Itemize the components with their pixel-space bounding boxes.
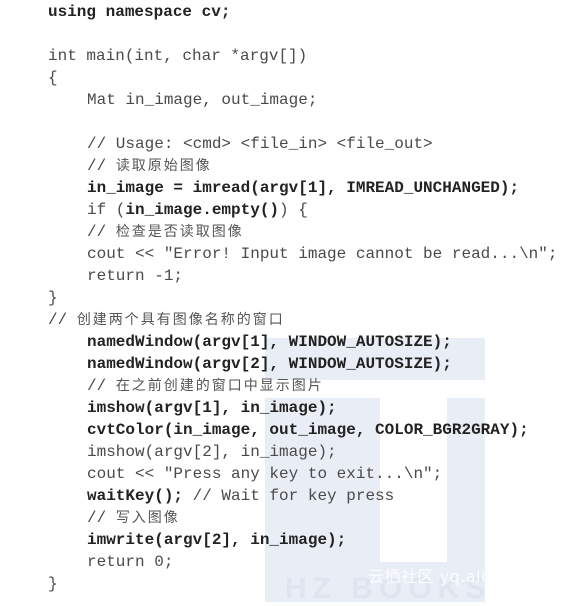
code-line: if (in_image.empty()) { [0, 199, 565, 221]
code-token: waitKey(); [87, 487, 184, 505]
code-token: namedWindow(argv[2], WINDOW_AUTOSIZE); [87, 355, 452, 373]
code-listing: using namespace cv; int main(int, char *a… [0, 1, 565, 595]
code-line: imshow(argv[1], in_image); [0, 397, 565, 419]
code-line: int main(int, char *argv[]) [0, 45, 565, 67]
code-line: cvtColor(in_image, out_image, COLOR_BGR2… [0, 419, 565, 441]
code-token: Mat in_image, out_image; [87, 91, 318, 109]
code-token: // [87, 509, 116, 527]
code-line: // 检查是否读取图像 [0, 221, 565, 243]
code-line: waitKey(); // Wait for key press [0, 485, 565, 507]
code-line: // 在之前创建的窗口中显示图片 [0, 375, 565, 397]
code-line: Mat in_image, out_image; [0, 89, 565, 111]
code-token: if ( [87, 201, 126, 219]
site-watermark: 云栖社区 yq.aliyun.com [368, 567, 559, 586]
code-line: // 读取原始图像 [0, 155, 565, 177]
code-token: in_image = imread(argv[1], IMREAD_UNCHAN… [87, 179, 520, 197]
code-comment-chinese: 检查是否读取图像 [115, 224, 244, 240]
code-line: using namespace cv; [0, 1, 565, 23]
code-line: in_image = imread(argv[1], IMREAD_UNCHAN… [0, 177, 565, 199]
code-line: cout << "Error! Input image cannot be re… [0, 243, 565, 265]
code-line: namedWindow(argv[2], WINDOW_AUTOSIZE); [0, 353, 565, 375]
code-token: imshow(argv[1], in_image); [87, 399, 337, 417]
code-token: // [87, 377, 116, 395]
code-token: imwrite(argv[2], in_image); [87, 531, 347, 549]
code-token: cout << "Press any key to exit...\n"; [87, 465, 443, 483]
code-line: // 创建两个具有图像名称的窗口 [0, 309, 565, 331]
code-token: return 0; [87, 553, 174, 571]
code-token: using namespace cv; [48, 3, 231, 21]
code-token: int main(int, char *argv[]) [48, 47, 308, 65]
code-token: // Usage: <cmd> <file_in> <file_out> [87, 135, 433, 153]
code-token: // [87, 223, 116, 241]
code-line: imshow(argv[2], in_image); [0, 441, 565, 463]
code-line: namedWindow(argv[1], WINDOW_AUTOSIZE); [0, 331, 565, 353]
code-line: { [0, 67, 565, 89]
code-token: } [48, 575, 58, 593]
code-comment-chinese: 在之前创建的窗口中显示图片 [115, 378, 324, 394]
code-token: ) { [279, 201, 308, 219]
code-line: // 写入图像 [0, 507, 565, 529]
code-token: return -1; [87, 267, 184, 285]
code-line: imwrite(argv[2], in_image); [0, 529, 565, 551]
code-token: in_image.empty() [125, 201, 280, 219]
code-line: } [0, 287, 565, 309]
code-line: cout << "Press any key to exit...\n"; [0, 463, 565, 485]
code-token: } [48, 289, 58, 307]
code-token: cout << "Error! Input image cannot be re… [87, 245, 558, 263]
code-token: imshow(argv[2], in_image); [87, 443, 337, 461]
code-token: { [48, 69, 58, 87]
code-token: cvtColor(in_image, out_image, COLOR_BGR2… [87, 421, 529, 439]
code-comment-chinese: 写入图像 [115, 510, 180, 526]
code-token: // [48, 311, 77, 329]
code-token: namedWindow(argv[1], WINDOW_AUTOSIZE); [87, 333, 452, 351]
code-token: // Wait for key press [183, 487, 395, 505]
code-line: // Usage: <cmd> <file_in> <file_out> [0, 133, 565, 155]
code-comment-chinese: 创建两个具有图像名称的窗口 [76, 312, 285, 328]
code-line: return -1; [0, 265, 565, 287]
code-comment-chinese: 读取原始图像 [115, 158, 212, 174]
code-token: // [87, 157, 116, 175]
